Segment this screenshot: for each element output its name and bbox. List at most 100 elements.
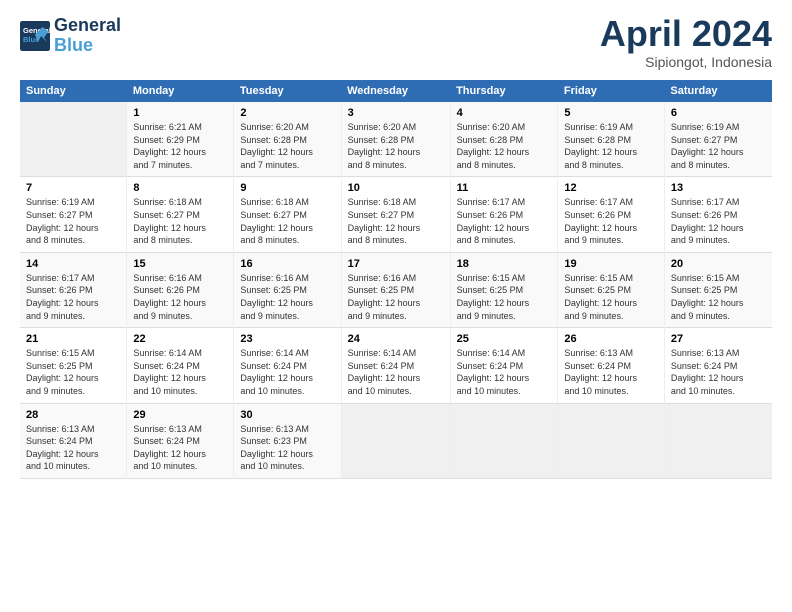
day-number: 12 [564, 182, 657, 194]
day-info: Sunrise: 6:18 AM Sunset: 6:27 PM Dayligh… [240, 196, 334, 246]
day-cell: 26 Sunrise: 6:13 AM Sunset: 6:24 PM Dayli… [558, 328, 664, 403]
day-cell: 27Sunrise: 6:13 AM Sunset: 6:24 PM Dayli… [664, 328, 772, 403]
day-cell [341, 403, 450, 478]
day-cell: 15 Sunrise: 6:16 AM Sunset: 6:26 PM Dayli… [127, 252, 234, 327]
day-number: 6 [671, 107, 766, 119]
day-info: Sunrise: 6:16 AM Sunset: 6:25 PM Dayligh… [240, 272, 334, 322]
day-info: Sunrise: 6:18 AM Sunset: 6:27 PM Dayligh… [348, 196, 444, 246]
calendar-table: Sunday Monday Tuesday Wednesday Thursday… [20, 80, 772, 479]
day-number: 18 [457, 258, 552, 270]
day-cell: 30 Sunrise: 6:13 AM Sunset: 6:23 PM Dayli… [234, 403, 341, 478]
day-info: Sunrise: 6:18 AM Sunset: 6:27 PM Dayligh… [133, 196, 227, 246]
logo-text: General Blue [54, 16, 121, 56]
day-number: 1 [133, 107, 227, 119]
day-cell: 24 Sunrise: 6:14 AM Sunset: 6:24 PM Dayli… [341, 328, 450, 403]
day-cell: 19 Sunrise: 6:15 AM Sunset: 6:25 PM Dayli… [558, 252, 664, 327]
day-number: 2 [240, 107, 334, 119]
day-info: Sunrise: 6:14 AM Sunset: 6:24 PM Dayligh… [348, 347, 444, 397]
day-number: 23 [240, 333, 334, 345]
day-info: Sunrise: 6:19 AM Sunset: 6:27 PM Dayligh… [671, 121, 766, 171]
day-info: Sunrise: 6:19 AM Sunset: 6:27 PM Dayligh… [26, 196, 120, 246]
day-cell: 20 Sunrise: 6:15 AM Sunset: 6:25 PM Dayli… [664, 252, 772, 327]
day-info: Sunrise: 6:15 AM Sunset: 6:25 PM Dayligh… [564, 272, 657, 322]
day-info: Sunrise: 6:13 AM Sunset: 6:24 PM Dayligh… [564, 347, 657, 397]
day-cell [450, 403, 558, 478]
title-section: April 2024 Sipiongot, Indonesia [600, 16, 772, 70]
day-info: Sunrise: 6:15 AM Sunset: 6:25 PM Dayligh… [457, 272, 552, 322]
day-cell: 4 Sunrise: 6:20 AM Sunset: 6:28 PM Daylig… [450, 102, 558, 177]
day-number: 26 [564, 333, 657, 345]
day-number: 11 [457, 182, 552, 194]
day-info: Sunrise: 6:14 AM Sunset: 6:24 PM Dayligh… [133, 347, 227, 397]
day-cell: 16 Sunrise: 6:16 AM Sunset: 6:25 PM Dayli… [234, 252, 341, 327]
day-info: Sunrise: 6:20 AM Sunset: 6:28 PM Dayligh… [348, 121, 444, 171]
day-cell: 21Sunrise: 6:15 AM Sunset: 6:25 PM Dayli… [20, 328, 127, 403]
day-number: 30 [240, 409, 334, 421]
day-info: Sunrise: 6:15 AM Sunset: 6:25 PM Dayligh… [26, 347, 120, 397]
day-number: 24 [348, 333, 444, 345]
day-info: Sunrise: 6:15 AM Sunset: 6:25 PM Dayligh… [671, 272, 766, 322]
calendar-body: 1 Sunrise: 6:21 AM Sunset: 6:29 PM Daylig… [20, 102, 772, 478]
day-info: Sunrise: 6:17 AM Sunset: 6:26 PM Dayligh… [26, 272, 120, 322]
day-cell: 7 Sunrise: 6:19 AM Sunset: 6:27 PM Daylig… [20, 177, 127, 252]
day-number: 14 [26, 258, 120, 270]
day-info: Sunrise: 6:13 AM Sunset: 6:24 PM Dayligh… [133, 423, 227, 473]
day-cell [20, 102, 127, 177]
col-thursday: Thursday [450, 80, 558, 102]
day-number: 13 [671, 182, 766, 194]
day-number: 9 [240, 182, 334, 194]
day-number: 10 [348, 182, 444, 194]
day-cell: 9 Sunrise: 6:18 AM Sunset: 6:27 PM Daylig… [234, 177, 341, 252]
day-info: Sunrise: 6:13 AM Sunset: 6:24 PM Dayligh… [671, 347, 766, 397]
day-info: Sunrise: 6:20 AM Sunset: 6:28 PM Dayligh… [457, 121, 552, 171]
header-row: Sunday Monday Tuesday Wednesday Thursday… [20, 80, 772, 102]
day-cell: 6 Sunrise: 6:19 AM Sunset: 6:27 PM Daylig… [664, 102, 772, 177]
col-tuesday: Tuesday [234, 80, 341, 102]
day-cell: 3 Sunrise: 6:20 AM Sunset: 6:28 PM Daylig… [341, 102, 450, 177]
day-cell: 14 Sunrise: 6:17 AM Sunset: 6:26 PM Dayli… [20, 252, 127, 327]
logo-icon: General Blue [20, 21, 50, 51]
day-cell: 28 Sunrise: 6:13 AM Sunset: 6:24 PM Dayli… [20, 403, 127, 478]
page-container: General Blue General Blue April 2024 Sip… [0, 0, 792, 489]
week-row-4: 21Sunrise: 6:15 AM Sunset: 6:25 PM Dayli… [20, 328, 772, 403]
day-number: 8 [133, 182, 227, 194]
week-row-5: 28 Sunrise: 6:13 AM Sunset: 6:24 PM Dayli… [20, 403, 772, 478]
header: General Blue General Blue April 2024 Sip… [20, 16, 772, 70]
day-info: Sunrise: 6:17 AM Sunset: 6:26 PM Dayligh… [564, 196, 657, 246]
day-number: 7 [26, 182, 120, 194]
col-friday: Friday [558, 80, 664, 102]
day-number: 3 [348, 107, 444, 119]
day-number: 15 [133, 258, 227, 270]
day-info: Sunrise: 6:16 AM Sunset: 6:26 PM Dayligh… [133, 272, 227, 322]
month-title: April 2024 [600, 16, 772, 52]
day-info: Sunrise: 6:14 AM Sunset: 6:24 PM Dayligh… [457, 347, 552, 397]
day-number: 16 [240, 258, 334, 270]
logo-line2: Blue [54, 36, 121, 56]
day-cell [664, 403, 772, 478]
day-number: 19 [564, 258, 657, 270]
day-cell: 22Sunrise: 6:14 AM Sunset: 6:24 PM Dayli… [127, 328, 234, 403]
day-info: Sunrise: 6:14 AM Sunset: 6:24 PM Dayligh… [240, 347, 334, 397]
day-cell: 12 Sunrise: 6:17 AM Sunset: 6:26 PM Dayli… [558, 177, 664, 252]
col-saturday: Saturday [664, 80, 772, 102]
day-cell: 10 Sunrise: 6:18 AM Sunset: 6:27 PM Dayli… [341, 177, 450, 252]
week-row-1: 1 Sunrise: 6:21 AM Sunset: 6:29 PM Daylig… [20, 102, 772, 177]
day-info: Sunrise: 6:17 AM Sunset: 6:26 PM Dayligh… [457, 196, 552, 246]
col-sunday: Sunday [20, 80, 127, 102]
col-monday: Monday [127, 80, 234, 102]
day-number: 5 [564, 107, 657, 119]
day-info: Sunrise: 6:13 AM Sunset: 6:24 PM Dayligh… [26, 423, 120, 473]
day-number: 20 [671, 258, 766, 270]
week-row-2: 7 Sunrise: 6:19 AM Sunset: 6:27 PM Daylig… [20, 177, 772, 252]
day-cell: 11 Sunrise: 6:17 AM Sunset: 6:26 PM Dayli… [450, 177, 558, 252]
day-cell: 29Sunrise: 6:13 AM Sunset: 6:24 PM Dayli… [127, 403, 234, 478]
day-info: Sunrise: 6:13 AM Sunset: 6:23 PM Dayligh… [240, 423, 334, 473]
day-cell: 17Sunrise: 6:16 AM Sunset: 6:25 PM Dayli… [341, 252, 450, 327]
day-cell: 1 Sunrise: 6:21 AM Sunset: 6:29 PM Daylig… [127, 102, 234, 177]
day-cell: 8 Sunrise: 6:18 AM Sunset: 6:27 PM Daylig… [127, 177, 234, 252]
day-cell: 2Sunrise: 6:20 AM Sunset: 6:28 PM Daylig… [234, 102, 341, 177]
week-row-3: 14 Sunrise: 6:17 AM Sunset: 6:26 PM Dayli… [20, 252, 772, 327]
day-number: 28 [26, 409, 120, 421]
day-number: 4 [457, 107, 552, 119]
day-info: Sunrise: 6:21 AM Sunset: 6:29 PM Dayligh… [133, 121, 227, 171]
